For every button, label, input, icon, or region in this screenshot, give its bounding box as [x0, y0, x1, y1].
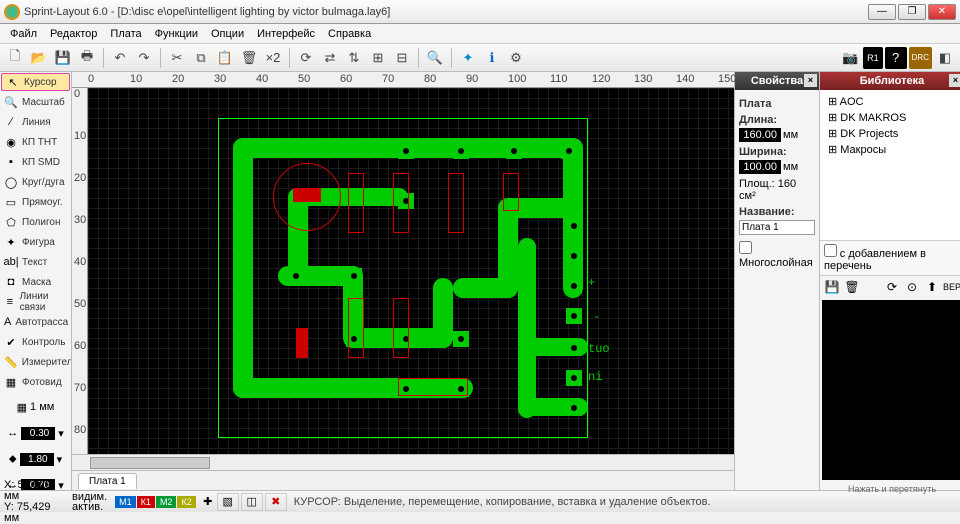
delete-icon[interactable]: 🗑	[844, 279, 860, 295]
cursor-coords: X: 58,929 ммY: 75,429 мм	[0, 480, 72, 524]
tool-Линия[interactable]: ∕Линия	[0, 112, 71, 132]
tree-Макросы[interactable]: ⊞ Макросы	[826, 142, 958, 158]
tool-Масштаб[interactable]: 🔍Масштаб	[0, 92, 71, 112]
sb-icon-1[interactable]: ▧	[217, 493, 239, 511]
help-icon[interactable]: ?	[885, 47, 907, 69]
silkscreen-minus: -	[593, 310, 600, 324]
close-icon[interactable]: ×	[949, 74, 960, 87]
tool-КП THT[interactable]: ◉КП THT	[0, 132, 71, 152]
print-icon[interactable]: 🖶	[76, 47, 98, 69]
new-icon[interactable]: 🗋	[4, 47, 26, 69]
menu-Справка[interactable]: Справка	[322, 26, 377, 42]
tool-Маска[interactable]: ◘Маска	[0, 272, 71, 292]
multilayer-checkbox[interactable]	[739, 241, 752, 254]
menu-Плата[interactable]: Плата	[104, 26, 147, 42]
titlebar: Sprint-Layout 6.0 - [D:\disc e\opel\inte…	[0, 0, 960, 24]
tab-board-1[interactable]: Плата 1	[78, 473, 137, 489]
properties-header: Свойства×	[735, 72, 819, 90]
macro-icon[interactable]: ◧	[934, 47, 956, 69]
tool-Измеритель[interactable]: 📏Измеритель	[0, 352, 71, 372]
window-title: Sprint-Layout 6.0 - [D:\disc e\opel\inte…	[24, 6, 864, 18]
menu-Интерфейс[interactable]: Интерфейс	[251, 26, 321, 42]
close-icon[interactable]: ×	[804, 74, 817, 87]
tool-Фотовид[interactable]: ▦Фотовид	[0, 372, 71, 392]
delete-icon[interactable]: 🗑	[238, 47, 260, 69]
duplicate-icon[interactable]: ×2	[262, 47, 284, 69]
silkscreen-out: tuo	[588, 342, 610, 356]
width-input[interactable]: 100.00	[739, 160, 781, 174]
add-to-list-checkbox[interactable]	[824, 244, 837, 257]
ruler-horizontal: 0102030405060708090100110120130140150	[72, 72, 734, 88]
ruler-vertical: 01020304050607080	[72, 88, 88, 454]
board-name-input[interactable]	[739, 220, 815, 235]
menu-Редактор[interactable]: Редактор	[44, 26, 103, 42]
tree-DK Projects[interactable]: ⊞ DK Projects	[826, 126, 958, 142]
menu-Файл[interactable]: Файл	[4, 26, 43, 42]
library-preview	[822, 300, 960, 480]
close-button[interactable]: ✕	[928, 4, 956, 20]
settings-icon[interactable]: ⊙	[904, 279, 920, 295]
library-tree[interactable]: ⊞ AOC⊞ DK MAKROS⊞ DK Projects⊞ Макросы	[820, 90, 960, 240]
tool-Контроль[interactable]: ✔Контроль	[0, 332, 71, 352]
board-tabs: Плата 1	[72, 470, 734, 490]
scanner-icon[interactable]: 📷	[839, 47, 861, 69]
tool-Текст[interactable]: ab|Текст	[0, 252, 71, 272]
menubar: ФайлРедакторПлатаФункцииОпцииИнтерфейсСп…	[0, 24, 960, 44]
tree-DK MAKROS[interactable]: ⊞ DK MAKROS	[826, 110, 958, 126]
tool-КП SMD[interactable]: ▪КП SMD	[0, 152, 71, 172]
scrollbar-h[interactable]	[72, 454, 734, 470]
statusbar: X: 58,929 ммY: 75,429 мм видим.актив. М1…	[0, 490, 960, 512]
rotate-icon[interactable]: ⟳	[295, 47, 317, 69]
redo-icon[interactable]: ↷	[133, 47, 155, 69]
save-icon[interactable]: 💾	[824, 279, 840, 295]
tool-Линии связи[interactable]: ≡Линии связи	[0, 292, 71, 312]
copy-icon[interactable]: ⧉	[190, 47, 212, 69]
tool-Полигон[interactable]: ⬠Полигон	[0, 212, 71, 232]
connections-icon[interactable]: ✦	[457, 47, 479, 69]
tool-Фигура[interactable]: ✦Фигура	[0, 232, 71, 252]
tool-palette: ↖Курсор🔍Масштаб∕Линия◉КП THT▪КП SMD◯Круг…	[0, 72, 72, 490]
export-icon[interactable]: ⬆	[924, 279, 940, 295]
sb-icon-2[interactable]: ◫	[241, 493, 263, 511]
tool-Прямоуг.[interactable]: ▭Прямоуг.	[0, 192, 71, 212]
minimize-button[interactable]: —	[868, 4, 896, 20]
tool-Круг/дуга[interactable]: ◯Круг/дуга	[0, 172, 71, 192]
gear-icon[interactable]: ⚙	[505, 47, 527, 69]
zoom-icon[interactable]: 🔍	[424, 47, 446, 69]
save-icon[interactable]: 💾	[52, 47, 74, 69]
open-icon[interactable]: 📂	[28, 47, 50, 69]
drag-hint: Нажать и перетянуть	[820, 482, 960, 496]
group-icon[interactable]: ⊞	[367, 47, 389, 69]
app-icon	[4, 4, 20, 20]
tool-Автотрасса[interactable]: AАвтотрасса	[0, 312, 71, 332]
info-icon[interactable]: ℹ	[481, 47, 503, 69]
sb-icon-3[interactable]: ✖	[265, 493, 287, 511]
cut-icon[interactable]: ✂	[166, 47, 188, 69]
drc-icon[interactable]: DRC	[909, 47, 932, 69]
mirror-v-icon[interactable]: ⇅	[343, 47, 365, 69]
ungroup-icon[interactable]: ⊟	[391, 47, 413, 69]
r1-icon[interactable]: R1	[863, 47, 883, 69]
undo-icon[interactable]: ↶	[109, 47, 131, 69]
menu-Опции[interactable]: Опции	[205, 26, 250, 42]
length-input[interactable]: 160.00	[739, 128, 781, 142]
menu-Функции[interactable]: Функции	[149, 26, 204, 42]
paste-icon[interactable]: 📋	[214, 47, 236, 69]
tool-Курсор[interactable]: ↖Курсор	[1, 73, 70, 91]
layer-selector[interactable]: М1К1М2К2	[111, 496, 200, 508]
silkscreen-in: ni	[588, 370, 602, 384]
pcb-canvas[interactable]: + - tuo ni	[88, 88, 734, 454]
main-toolbar: 🗋 📂 💾 🖶 ↶ ↷ ✂ ⧉ 📋 🗑 ×2 ⟳ ⇄ ⇅ ⊞ ⊟ 🔍 ✦ ℹ ⚙…	[0, 44, 960, 72]
library-panel: Библиотека× ⊞ AOC⊞ DK MAKROS⊞ DK Project…	[820, 72, 960, 490]
library-toolbar: 💾 🗑 ⟳ ⊙ ⬆ ВЕР	[820, 276, 960, 298]
refresh-icon[interactable]: ⟳	[884, 279, 900, 295]
status-message: КУРСОР: Выделение, перемещение, копирова…	[288, 496, 960, 508]
mirror-h-icon[interactable]: ⇄	[319, 47, 341, 69]
maximize-button[interactable]: ❐	[898, 4, 926, 20]
tree-AOC[interactable]: ⊞ AOC	[826, 94, 958, 110]
silkscreen-plus: +	[588, 276, 595, 290]
properties-panel: Свойства× Плата Длина: 160.00мм Ширина: …	[734, 72, 820, 490]
